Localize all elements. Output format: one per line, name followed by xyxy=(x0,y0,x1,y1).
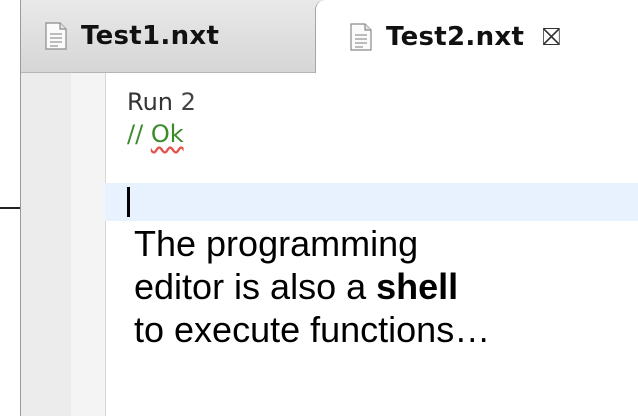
annotation-callout: The programming editor is also a shell t… xyxy=(134,222,490,351)
tab-test1[interactable]: Test1.nxt xyxy=(21,0,315,72)
comment-prefix: // xyxy=(127,120,151,148)
gutter-ruler xyxy=(71,73,105,416)
text-cursor xyxy=(127,187,130,217)
annotation-line-1: The programming xyxy=(134,223,419,264)
annotation-bold-word: shell xyxy=(376,266,459,307)
file-icon xyxy=(350,22,372,51)
comment-word: Ok xyxy=(150,120,184,148)
file-icon xyxy=(45,22,67,50)
annotation-line-2: editor is also a shell xyxy=(134,265,490,308)
tab-label: Test2.nxt xyxy=(386,21,525,52)
tab-bar: Test1.nxt Test2.nxt ⛝ xyxy=(21,0,638,73)
editor-gutter xyxy=(21,73,106,416)
close-tab-icon[interactable]: ⛝ xyxy=(542,23,560,51)
annotation-line-3: to execute functions… xyxy=(134,309,491,350)
code-line-1: Run 2 xyxy=(127,87,196,117)
code-keyword: Run xyxy=(127,88,174,116)
code-line-2: // Ok xyxy=(127,119,184,149)
current-line-highlight xyxy=(105,183,638,221)
editor-window: Test1.nxt Test2.nxt ⛝ Run 2 // Ok xyxy=(20,0,638,416)
annotation-line-2-text: editor is also a xyxy=(134,266,377,307)
tab-test2[interactable]: Test2.nxt ⛝ xyxy=(315,0,638,73)
code-argument: 2 xyxy=(180,88,196,116)
tab-label: Test1.nxt xyxy=(81,21,220,51)
